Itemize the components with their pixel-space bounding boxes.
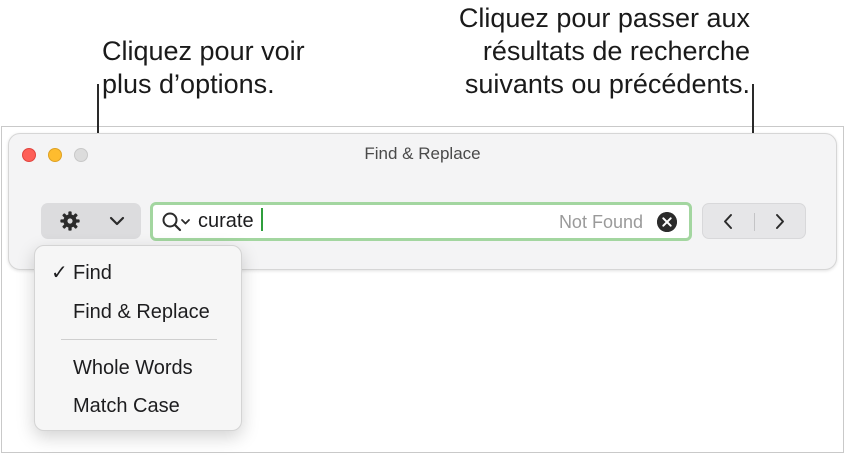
search-status: Not Found (558, 212, 643, 232)
results-callout-line-1: Cliquez pour passer aux (458, 3, 750, 33)
chevron-left-icon (724, 214, 732, 229)
next-result-button[interactable] (755, 204, 806, 238)
search-input-text: curate (198, 210, 254, 232)
menu-item-label: Find (73, 262, 112, 284)
menu-item-label: Whole Words (73, 357, 193, 379)
results-callout-line-2: résultats de recherche (482, 36, 750, 66)
menu-item-label: Match Case (73, 395, 180, 417)
options-callout-line-1: Cliquez pour voir (102, 36, 305, 66)
menu-item-match-case[interactable]: Match Case (35, 390, 241, 422)
gear-icon (60, 211, 80, 231)
clear-icon[interactable] (657, 212, 677, 232)
window-title: Find & Replace (364, 144, 481, 163)
result-navigation (702, 203, 806, 239)
magnifier-icon[interactable] (161, 211, 195, 233)
results-callout-line-3: suivants ou précédents. (464, 69, 750, 99)
text-caret-wrap (260, 208, 263, 234)
menu-item-find[interactable]: ✓ Find (35, 257, 241, 289)
results-callout: Cliquez pour passer aux résultats de rec… (459, 2, 750, 101)
text-caret (261, 208, 263, 231)
menu-item-find-and-replace[interactable]: Find & Replace (35, 296, 241, 328)
menu-item-whole-words[interactable]: Whole Words (35, 352, 241, 384)
options-menu-button[interactable] (41, 203, 141, 239)
previous-result-button[interactable] (703, 204, 754, 238)
options-callout: Cliquez pour voir plus d’options. (102, 35, 305, 101)
options-callout-line-2: plus d’options. (102, 69, 275, 99)
menu-separator (61, 339, 217, 340)
menu-item-label: Find & Replace (73, 301, 210, 323)
search-input[interactable]: curate (198, 208, 254, 234)
options-menu: ✓ Find Find & Replace Whole Words Match … (34, 245, 242, 431)
checkmark-icon: ✓ (51, 262, 68, 284)
chevron-down-icon (109, 216, 125, 226)
search-field[interactable]: curate Not Found (150, 202, 692, 241)
chevron-right-icon (776, 214, 784, 229)
